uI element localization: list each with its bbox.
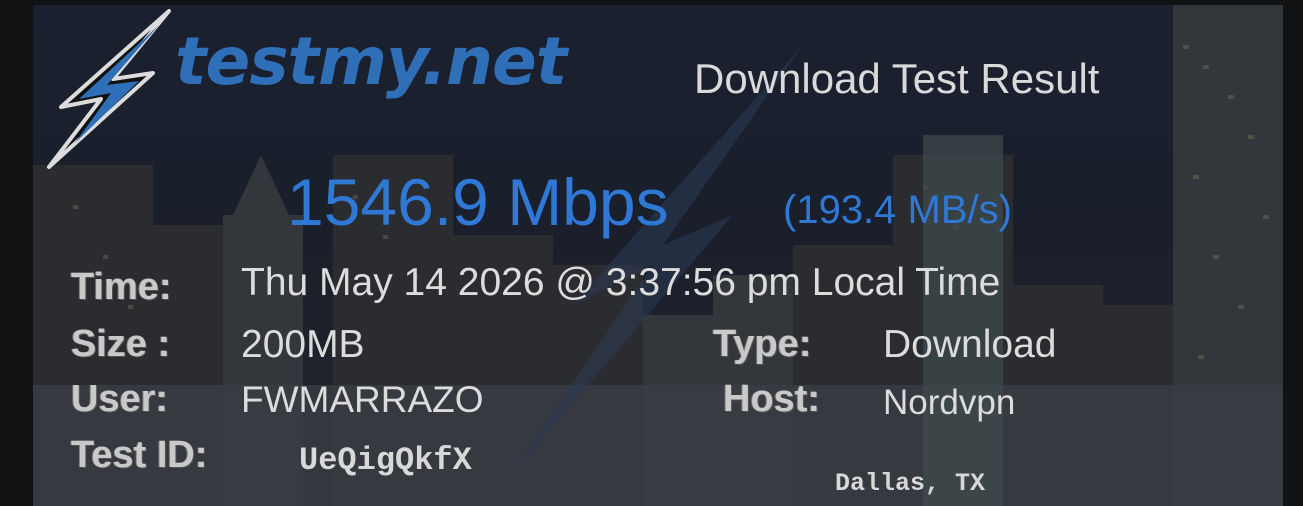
brand-name[interactable]: testmy.net: [175, 23, 567, 100]
host-value: Nordvpn: [883, 383, 1016, 422]
user-label: User:: [71, 378, 169, 420]
download-speed-mbps: 1546.9 Mbps: [287, 165, 669, 239]
test-id-label: Test ID:: [71, 434, 208, 476]
lightning-bolt-icon: [47, 9, 171, 169]
size-value: 200MB: [241, 323, 365, 366]
test-id-value: UeQigQkfX: [299, 442, 472, 479]
type-value: Download: [883, 323, 1057, 366]
user-value: FWMARRAZO: [241, 379, 484, 420]
host-label: Host:: [723, 378, 821, 420]
page-title: Download Test Result: [694, 55, 1100, 102]
time-value: Thu May 14 2026 @ 3:37:56 pm Local Time: [241, 261, 1001, 304]
download-speed-mbs: (193.4 MB/s): [783, 188, 1012, 232]
host-location: Dallas, TX: [835, 469, 986, 498]
result-card: testmy.net Download Test Result 1546.9 M…: [33, 5, 1283, 506]
type-label: Type:: [713, 323, 812, 365]
size-label: Size :: [71, 323, 171, 365]
time-label: Time:: [71, 266, 172, 308]
